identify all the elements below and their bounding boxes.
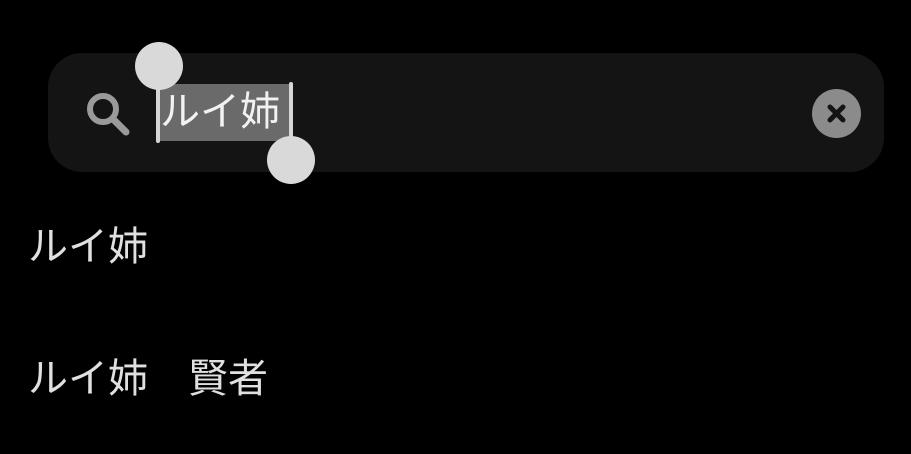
search-screen: ルイ姉 ルイ姉 ルイ姉 賢者 <box>0 0 911 454</box>
selection-start-handle[interactable] <box>135 42 183 90</box>
selection-start-caret <box>156 84 160 143</box>
suggestion-item[interactable]: ルイ姉 賢者 <box>28 351 268 407</box>
selection-end-caret <box>289 82 293 144</box>
clear-search-button[interactable] <box>812 89 861 138</box>
selection-end-handle[interactable] <box>267 136 315 184</box>
search-input[interactable]: ルイ姉 <box>160 84 280 141</box>
suggestion-item[interactable]: ルイ姉 <box>28 219 148 275</box>
close-icon <box>827 104 846 123</box>
search-icon <box>84 90 132 138</box>
